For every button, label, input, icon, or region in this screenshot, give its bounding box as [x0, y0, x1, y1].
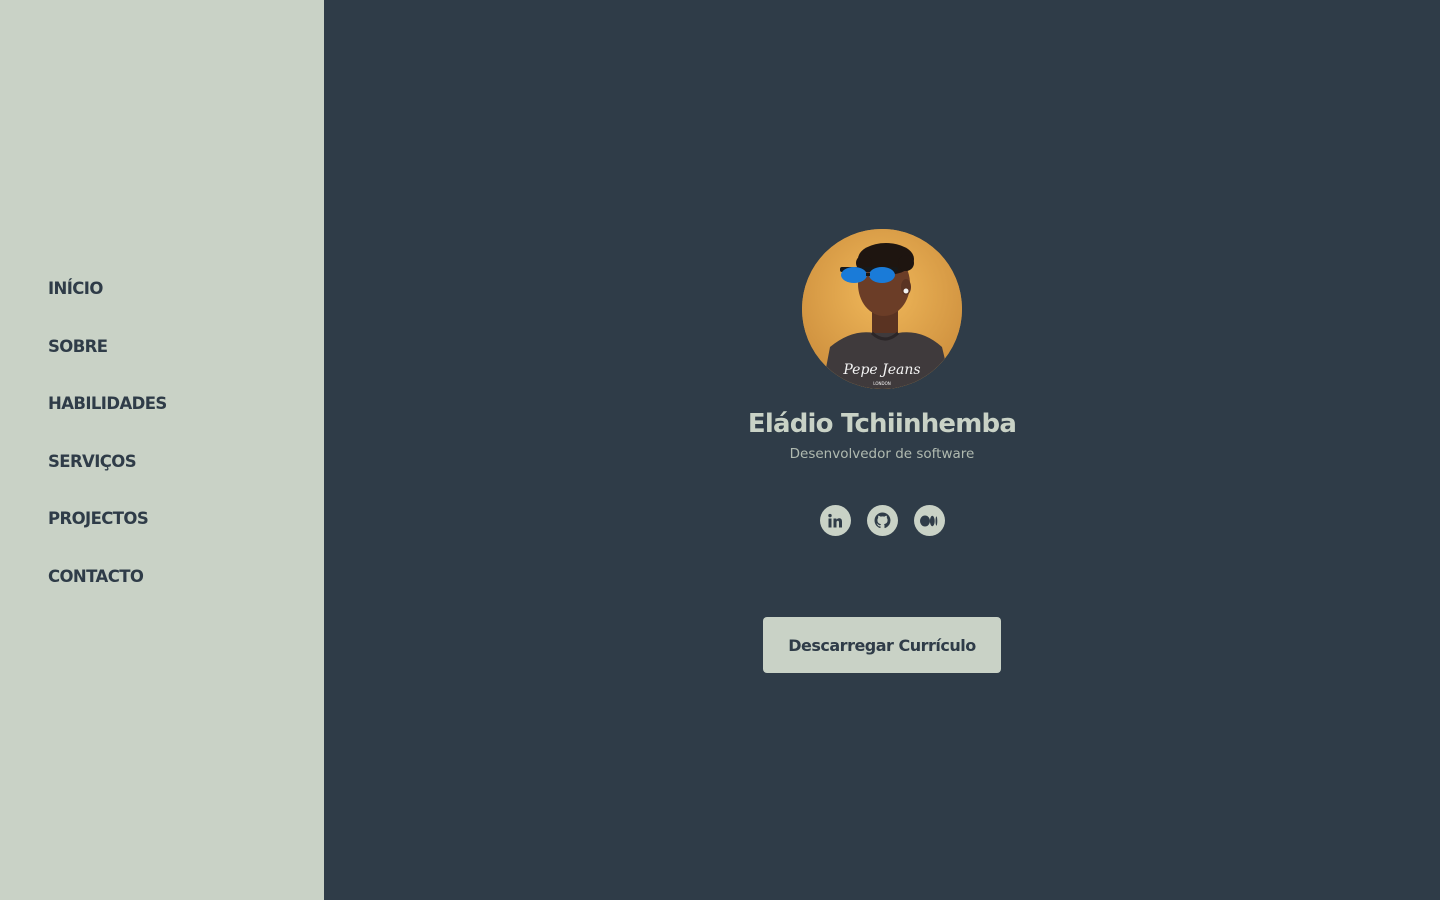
shirt-logo: Pepe Jeans — [842, 362, 920, 378]
nav-item-inicio: INÍCIO — [48, 274, 324, 332]
download-cv-button[interactable]: Descarregar Currículo — [763, 617, 1001, 673]
sidebar: INÍCIO SOBRE HABILIDADES SERVIÇOS PROJEC… — [0, 0, 324, 900]
nav-link-sobre[interactable]: SOBRE — [48, 332, 108, 362]
nav-item-contacto: CONTACTO — [48, 562, 324, 620]
nav-link-inicio[interactable]: INÍCIO — [48, 274, 103, 304]
nav-item-habilidades: HABILIDADES — [48, 389, 324, 447]
linkedin-link[interactable] — [819, 505, 851, 536]
profile-photo: Pepe Jeans LONDON — [802, 229, 962, 389]
main-navigation: INÍCIO SOBRE HABILIDADES SERVIÇOS PROJEC… — [0, 274, 324, 620]
nav-link-habilidades[interactable]: HABILIDADES — [48, 389, 167, 419]
hero-section: Pepe Jeans LONDON Eládio Tchiinhemba Des… — [324, 229, 1440, 673]
main-content: Pepe Jeans LONDON Eládio Tchiinhemba Des… — [324, 0, 1440, 900]
nav-item-projectos: PROJECTOS — [48, 504, 324, 562]
profile-name: Eládio Tchiinhemba — [747, 409, 1017, 439]
medium-link[interactable] — [913, 505, 945, 536]
shirt-sublabel: LONDON — [873, 381, 890, 386]
profile-title: Desenvolvedor de software — [789, 446, 975, 462]
linkedin-icon — [828, 513, 842, 527]
nav-list: INÍCIO SOBRE HABILIDADES SERVIÇOS PROJEC… — [0, 274, 324, 620]
nav-item-servicos: SERVIÇOS — [48, 447, 324, 505]
nav-link-projectos[interactable]: PROJECTOS — [48, 504, 149, 534]
nav-link-servicos[interactable]: SERVIÇOS — [48, 447, 137, 477]
nav-item-sobre: SOBRE — [48, 332, 324, 390]
avatar: Pepe Jeans LONDON — [802, 229, 962, 389]
nav-link-contacto[interactable]: CONTACTO — [48, 562, 144, 592]
social-links — [819, 505, 945, 536]
github-icon — [874, 512, 890, 529]
medium-icon — [920, 515, 938, 526]
github-link[interactable] — [866, 505, 898, 536]
